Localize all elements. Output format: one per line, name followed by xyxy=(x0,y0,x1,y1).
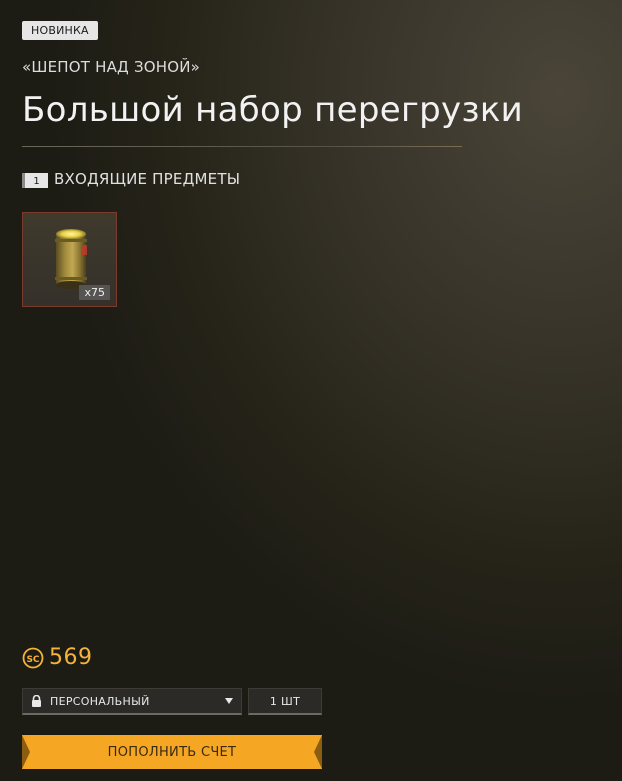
purchase-type-select[interactable]: ПЕРСОНАЛЬНЫЙ xyxy=(22,688,242,715)
item-quantity-badge: x75 xyxy=(79,285,110,300)
item-card[interactable]: x75 xyxy=(22,212,117,307)
purchase-controls: ПЕРСОНАЛЬНЫЙ 1 ШТ xyxy=(22,688,322,715)
new-badge: НОВИНКА xyxy=(22,21,98,40)
button-right-notch xyxy=(314,735,322,769)
collection-subtitle: «ШЕПОТ НАД ЗОНОЙ» xyxy=(22,58,201,76)
items-count-badge: 1 xyxy=(22,172,48,188)
topup-button[interactable]: ПОПОЛНИТЬ СЧЕТ xyxy=(22,735,322,769)
quantity-field[interactable]: 1 ШТ xyxy=(248,688,322,715)
canister-icon xyxy=(55,229,87,289)
price: SC 569 xyxy=(22,645,93,670)
svg-text:SC: SC xyxy=(26,655,39,665)
chevron-down-icon xyxy=(225,698,233,704)
title-divider xyxy=(22,146,462,147)
purchase-type-value: ПЕРСОНАЛЬНЫЙ xyxy=(50,694,150,708)
sc-coin-icon: SC xyxy=(22,647,44,668)
page-title: Большой набор перегрузки xyxy=(22,90,524,130)
button-left-notch xyxy=(22,735,30,769)
price-value: 569 xyxy=(49,645,93,670)
lock-icon xyxy=(32,695,41,707)
topup-button-label: ПОПОЛНИТЬ СЧЕТ xyxy=(107,744,237,760)
included-items-header: 1 ВХОДЯЩИЕ ПРЕДМЕТЫ xyxy=(22,170,240,188)
included-items-label: ВХОДЯЩИЕ ПРЕДМЕТЫ xyxy=(54,170,241,188)
